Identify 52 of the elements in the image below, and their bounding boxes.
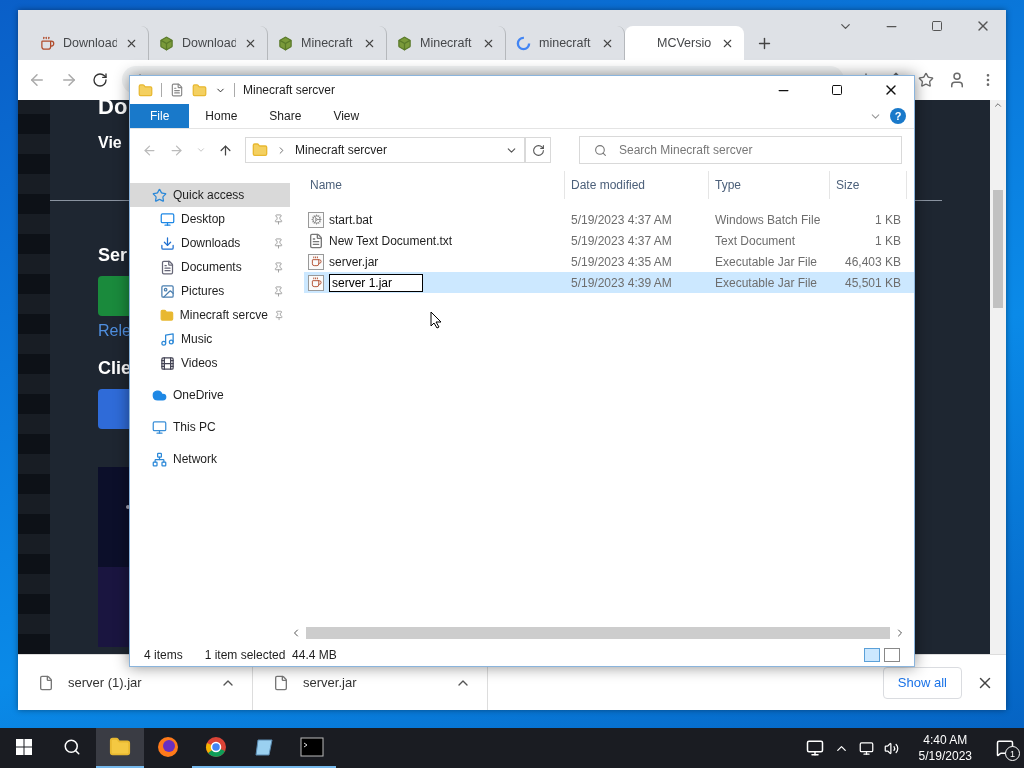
file-row[interactable]: New Text Document.txt 5/19/2023 4:37 AM Text Document 1 KB — [304, 230, 914, 251]
size-cell-text: 1 KB — [874, 232, 902, 250]
date-cell-text: 5/19/2023 4:39 AM — [570, 274, 673, 292]
file-tab[interactable]: File — [130, 104, 190, 128]
page-subheading: Vie — [98, 134, 122, 152]
path-text: Minecraft sercver — [295, 143, 389, 157]
nav-item[interactable]: Documents — [130, 255, 290, 279]
rename-field[interactable]: server 1.jar — [329, 273, 423, 292]
nav-item[interactable]: This PC — [130, 415, 290, 439]
file-row[interactable]: server 1.jar 5/19/2023 4:39 AM Executable Jar File 45,501 KB — [304, 272, 914, 293]
nav-item[interactable]: Quick access — [130, 183, 290, 207]
release-link[interactable]: Rele — [98, 322, 131, 340]
date-cell-text: 5/19/2023 4:37 AM — [570, 232, 673, 250]
date-cell-text: 5/19/2023 4:35 AM — [570, 253, 673, 271]
column-header[interactable]: Type — [709, 171, 830, 199]
window-title: Minecraft sercver — [243, 83, 337, 97]
browser-tab[interactable]: MCVersio — [625, 26, 744, 60]
size-cell-text: 1 KB — [874, 211, 902, 229]
nav-item[interactable]: Pictures — [130, 279, 290, 303]
file-name: start.bat — [329, 212, 373, 227]
nav-item[interactable]: Desktop — [130, 207, 290, 231]
file-row[interactable]: server.jar 5/19/2023 4:35 AM Executable Jar File 46,403 KB — [304, 251, 914, 272]
help-button[interactable]: ? — [890, 108, 906, 124]
notification-button[interactable]: 1 — [992, 735, 1018, 761]
ribbon-tab[interactable]: View — [317, 104, 376, 128]
ribbon-tab[interactable]: Home — [189, 104, 254, 128]
type-cell-text: Executable Jar File — [714, 274, 819, 292]
type-cell-text: Windows Batch File — [714, 211, 822, 229]
nav-item[interactable]: Videos — [130, 351, 290, 375]
address-field[interactable]: Minecraft sercver — [245, 137, 525, 163]
file-name: New Text Document.txt — [329, 233, 453, 248]
column-header[interactable]: Name — [304, 171, 565, 199]
section-heading: Ser — [98, 245, 128, 266]
size-cell-text: 45,501 KB — [843, 274, 902, 292]
nav-item[interactable]: Minecraft sercve — [130, 303, 290, 327]
clock[interactable]: 4:40 AM 5/19/2023 — [918, 732, 972, 764]
date-cell-text: 5/19/2023 4:37 AM — [570, 211, 673, 229]
type-cell-text: Executable Jar File — [714, 253, 819, 271]
show-all-button[interactable]: Show all — [882, 666, 962, 699]
file-row[interactable]: start.bat 5/19/2023 4:37 AM Windows Batch File 1 KB — [304, 209, 914, 230]
type-cell-text: Text Document — [714, 232, 797, 250]
search-field[interactable]: Search Minecraft sercver — [579, 136, 902, 164]
nav-item[interactable]: Downloads — [130, 231, 290, 255]
nav-item[interactable]: OneDrive — [130, 383, 290, 407]
column-header[interactable]: Date modified — [565, 171, 709, 199]
nav-item[interactable]: Network — [130, 447, 290, 471]
column-header[interactable]: Size — [830, 171, 907, 199]
nav-item[interactable]: Music — [130, 327, 290, 351]
section-heading: Clie — [98, 358, 131, 379]
ribbon-tab[interactable]: Share — [253, 104, 318, 128]
file-name: server.jar — [329, 254, 379, 269]
size-cell-text: 46,403 KB — [843, 253, 902, 271]
